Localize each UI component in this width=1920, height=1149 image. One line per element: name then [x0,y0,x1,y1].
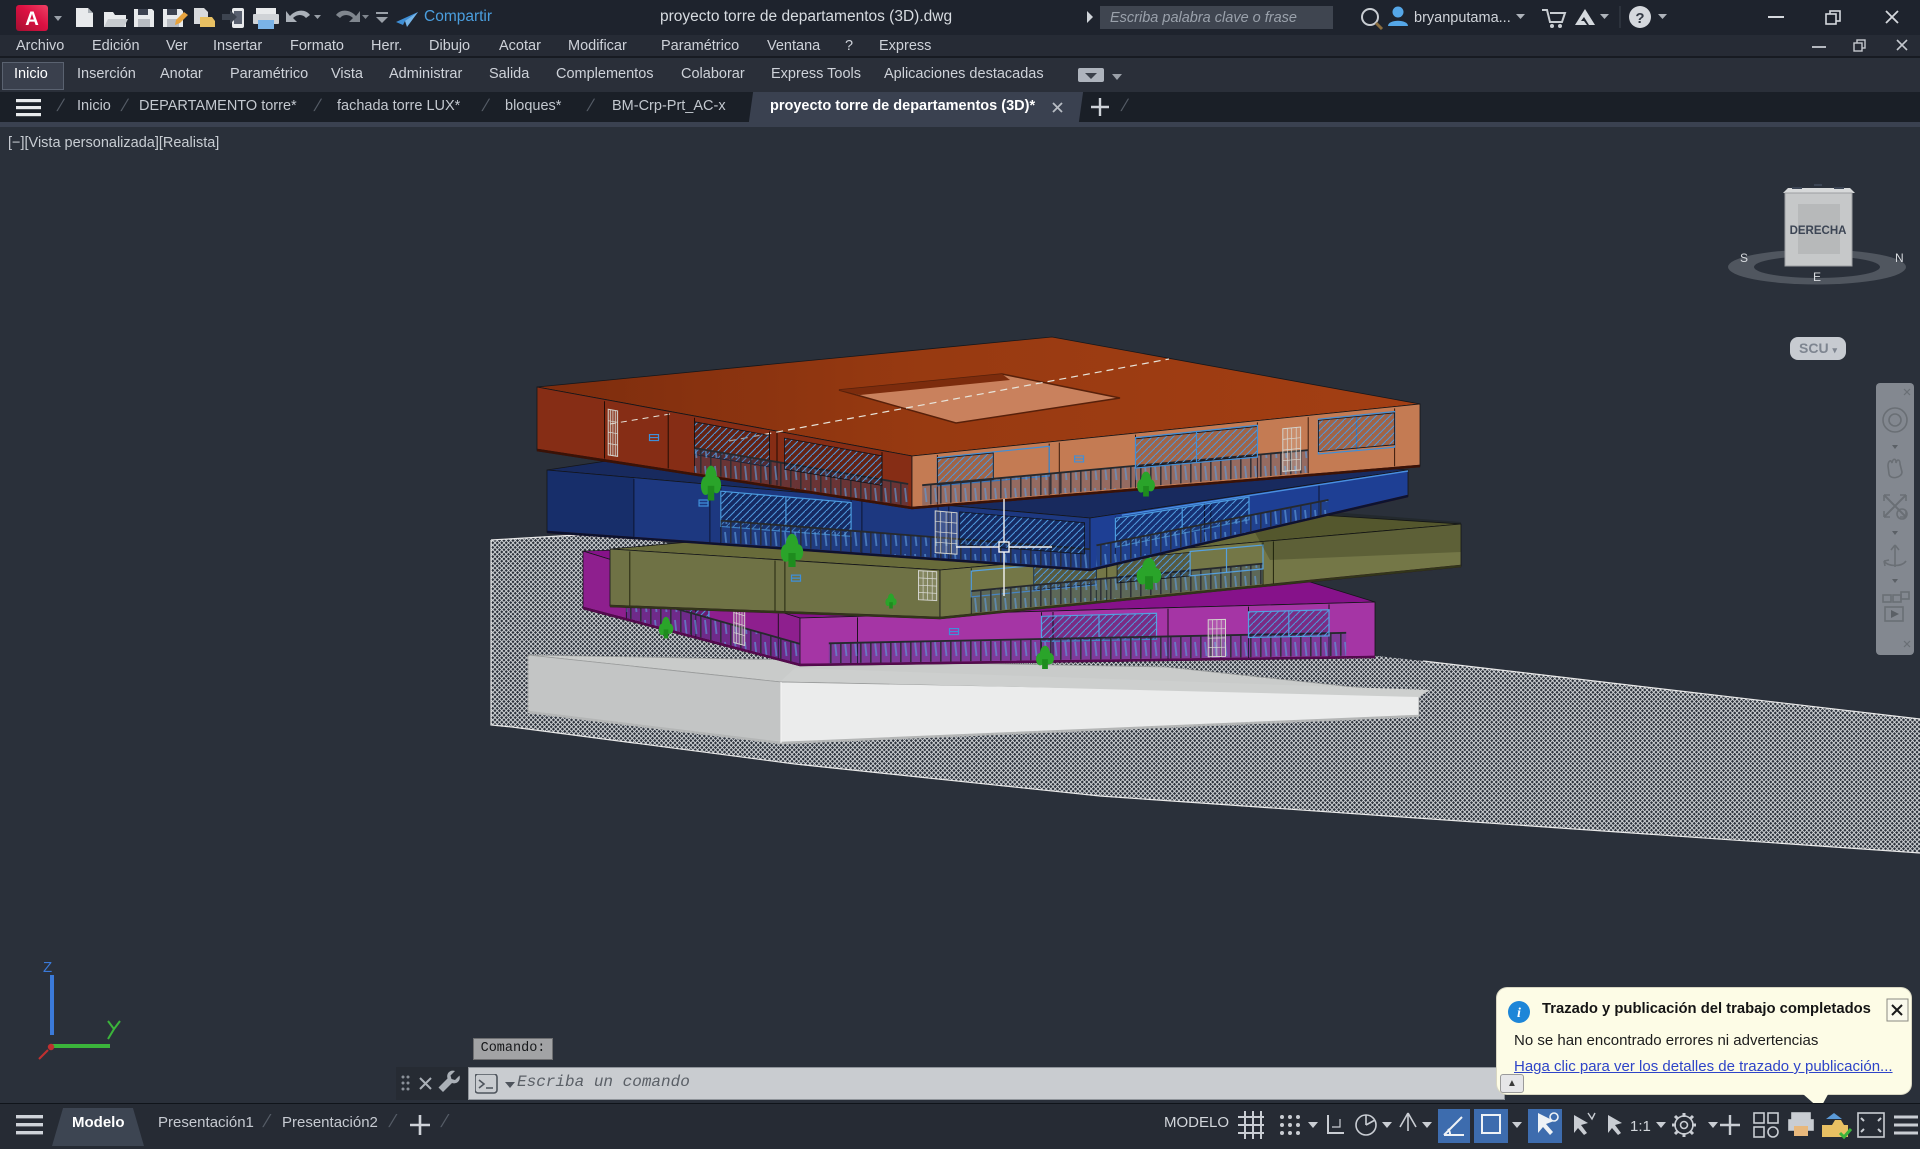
svg-text:E: E [1813,270,1821,284]
svg-text:bryanputama...: bryanputama... [1414,10,1511,26]
svg-text:N: N [1895,251,1904,265]
svg-text:Escriba palabra clave o frase: Escriba palabra clave o frase [1110,10,1297,26]
svg-text:?: ? [1635,10,1644,27]
svg-text:A: A [25,9,39,30]
svg-text:DERECHA: DERECHA [1790,225,1847,237]
svg-text:Z: Z [43,959,52,976]
svg-text:i: i [1517,1006,1521,1021]
svg-text:1:1: 1:1 [1630,1118,1651,1135]
svg-text:S: S [1740,251,1748,265]
